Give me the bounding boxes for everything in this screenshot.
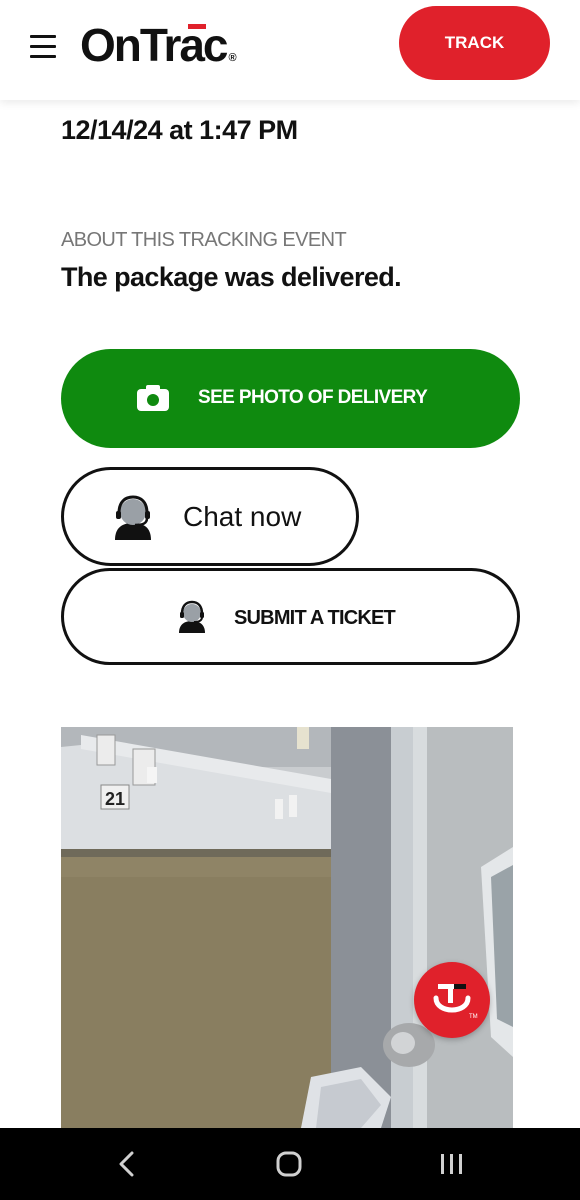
ontrac-chat-fab[interactable]: TM xyxy=(414,962,490,1038)
chat-now-label: Chat now xyxy=(183,501,302,532)
event-description: The package was delivered. xyxy=(61,262,402,292)
system-nav-bar xyxy=(0,1128,580,1200)
see-photo-button[interactable]: SEE PHOTO OF DELIVERY xyxy=(61,349,520,448)
ontrac-smile-icon: TM xyxy=(433,984,478,1020)
submit-ticket-button[interactable]: SUBMIT A TICKET xyxy=(61,568,520,665)
hamburger-menu-icon[interactable] xyxy=(28,32,60,62)
track-button[interactable]: TRACK xyxy=(399,6,550,80)
support-agent-icon xyxy=(115,495,151,540)
back-chevron-icon[interactable] xyxy=(112,1148,142,1180)
section-label: ABOUT THIS TRACKING EVENT xyxy=(61,229,347,251)
logo-registered-mark: ® xyxy=(228,52,237,64)
event-timestamp: 12/14/24 at 1:47 PM xyxy=(61,115,298,145)
camera-icon xyxy=(137,385,169,411)
support-agent-icon xyxy=(179,600,205,633)
submit-ticket-label: SUBMIT A TICKET xyxy=(234,607,396,629)
ontrac-logo[interactable]: OnTrac ® xyxy=(80,20,237,70)
app-header: OnTrac ® TRACK xyxy=(0,0,580,100)
delivery-photo: 21 xyxy=(61,727,513,1128)
logo-accent-bar xyxy=(188,24,206,29)
home-icon[interactable] xyxy=(274,1148,304,1180)
chat-now-button[interactable]: Chat now xyxy=(61,467,359,566)
unit-number: 21 xyxy=(105,789,125,809)
see-photo-label: SEE PHOTO OF DELIVERY xyxy=(198,387,428,408)
svg-text:TM: TM xyxy=(469,1014,478,1020)
recents-icon[interactable] xyxy=(436,1148,466,1180)
